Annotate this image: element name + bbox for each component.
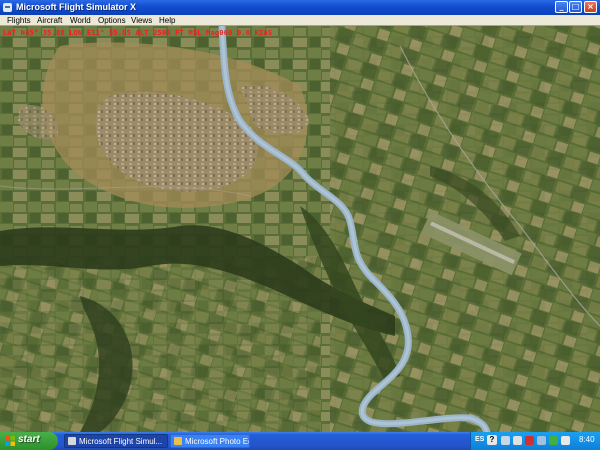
system-tray: ES ? 8:40 bbox=[470, 432, 600, 450]
taskbar: start Microsoft Flight Simul... Microsof… bbox=[0, 432, 600, 450]
windows-flag-icon bbox=[5, 436, 15, 446]
menu-flights[interactable]: Flights bbox=[7, 16, 31, 25]
window-title: Microsoft Flight Simulator X bbox=[16, 2, 137, 12]
menu-help[interactable]: Help bbox=[159, 16, 175, 25]
speaker-icon[interactable] bbox=[561, 436, 570, 445]
help-icon[interactable]: ? bbox=[487, 435, 497, 445]
shield-icon[interactable] bbox=[525, 436, 534, 445]
clock[interactable]: 8:40 bbox=[579, 435, 595, 444]
taskbar-item-label: Microsoft Flight Simul... bbox=[79, 437, 163, 446]
start-label: start bbox=[18, 434, 40, 445]
menu-aircraft[interactable]: Aircraft bbox=[37, 16, 62, 25]
photo-editor-icon bbox=[174, 437, 182, 445]
taskbar-item-flight-simulator[interactable]: Microsoft Flight Simul... bbox=[64, 434, 168, 448]
start-button[interactable]: start bbox=[0, 432, 58, 450]
messenger-icon[interactable] bbox=[549, 436, 558, 445]
taskbar-item-label: Microsoft Photo Editor bbox=[185, 437, 249, 446]
taskbar-item-photo-editor[interactable]: Microsoft Photo Editor bbox=[170, 434, 250, 448]
menu-options[interactable]: Options bbox=[98, 16, 126, 25]
minimize-button[interactable]: _ bbox=[555, 1, 568, 13]
language-indicator[interactable]: ES bbox=[475, 436, 484, 443]
volume-icon[interactable] bbox=[513, 436, 522, 445]
scenery-viewport[interactable]: LAT N45° 35.88 LON E11° 55.05 ALT 2500 F… bbox=[0, 26, 600, 432]
position-readout: LAT N45° 35.88 LON E11° 55.05 ALT 2500 F… bbox=[3, 29, 273, 37]
network-icon[interactable] bbox=[501, 436, 510, 445]
fsx-app-icon[interactable] bbox=[3, 3, 12, 12]
satellite-terrain bbox=[0, 26, 600, 432]
menu-views[interactable]: Views bbox=[131, 16, 152, 25]
monitor-icon[interactable] bbox=[537, 436, 546, 445]
fsx-app-icon bbox=[68, 437, 76, 445]
maximize-button[interactable]: □ bbox=[569, 1, 582, 13]
title-bar: Microsoft Flight Simulator X _ □ × bbox=[0, 0, 600, 15]
close-button[interactable]: × bbox=[584, 1, 597, 13]
menu-world[interactable]: World bbox=[70, 16, 91, 25]
menu-bar: Flights Aircraft World Options Views Hel… bbox=[0, 15, 600, 26]
